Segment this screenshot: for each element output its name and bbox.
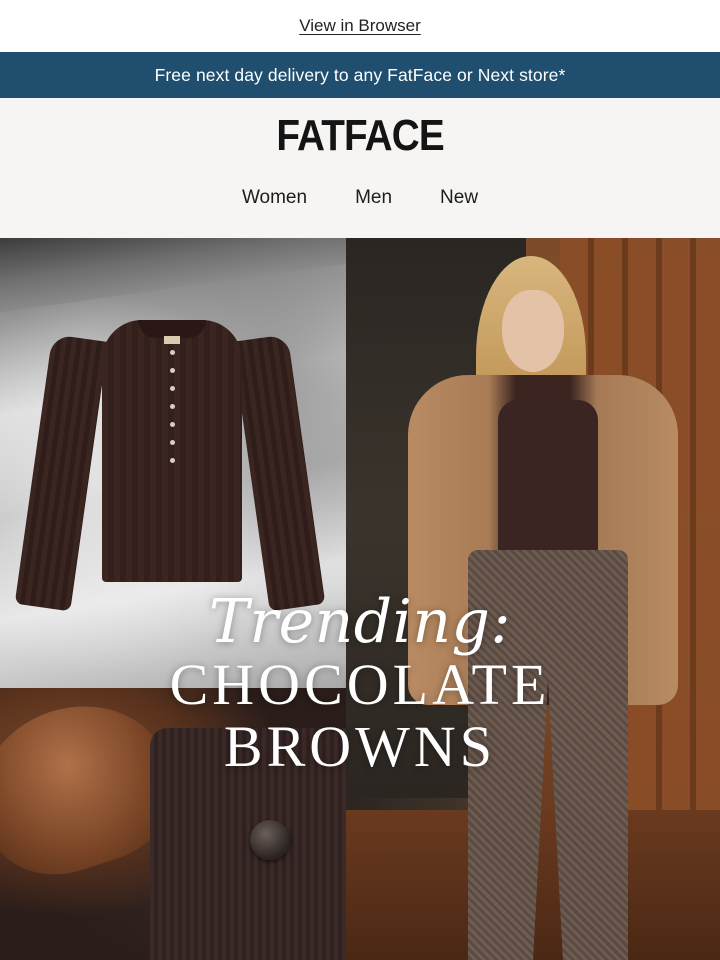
hero-title-line-2: BROWNS [223, 714, 497, 779]
hero-title-line-1: CHOCOLATE [169, 652, 551, 717]
nav-item-women[interactable]: Women [242, 187, 307, 209]
hero-headline: Trending: CHOCOLATE BROWNS [0, 590, 720, 778]
top-bar: View in Browser [0, 0, 720, 52]
promo-text: Free next day delivery to any FatFace or… [154, 64, 566, 85]
promo-banner[interactable]: Free next day delivery to any FatFace or… [0, 52, 720, 98]
hero-banner[interactable]: Trending: CHOCOLATE BROWNS [0, 238, 720, 960]
sweater-image [14, 320, 326, 616]
hero-kicker: Trending: [208, 587, 512, 657]
button-detail [250, 820, 290, 860]
view-in-browser-link[interactable]: View in Browser [299, 16, 421, 36]
email-header: FATFACE Women Men New [0, 98, 720, 238]
nav-item-men[interactable]: Men [355, 187, 392, 209]
brand-logo[interactable]: FATFACE [276, 112, 444, 160]
nav-item-new[interactable]: New [440, 187, 478, 209]
main-nav: Women Men New [242, 187, 478, 209]
